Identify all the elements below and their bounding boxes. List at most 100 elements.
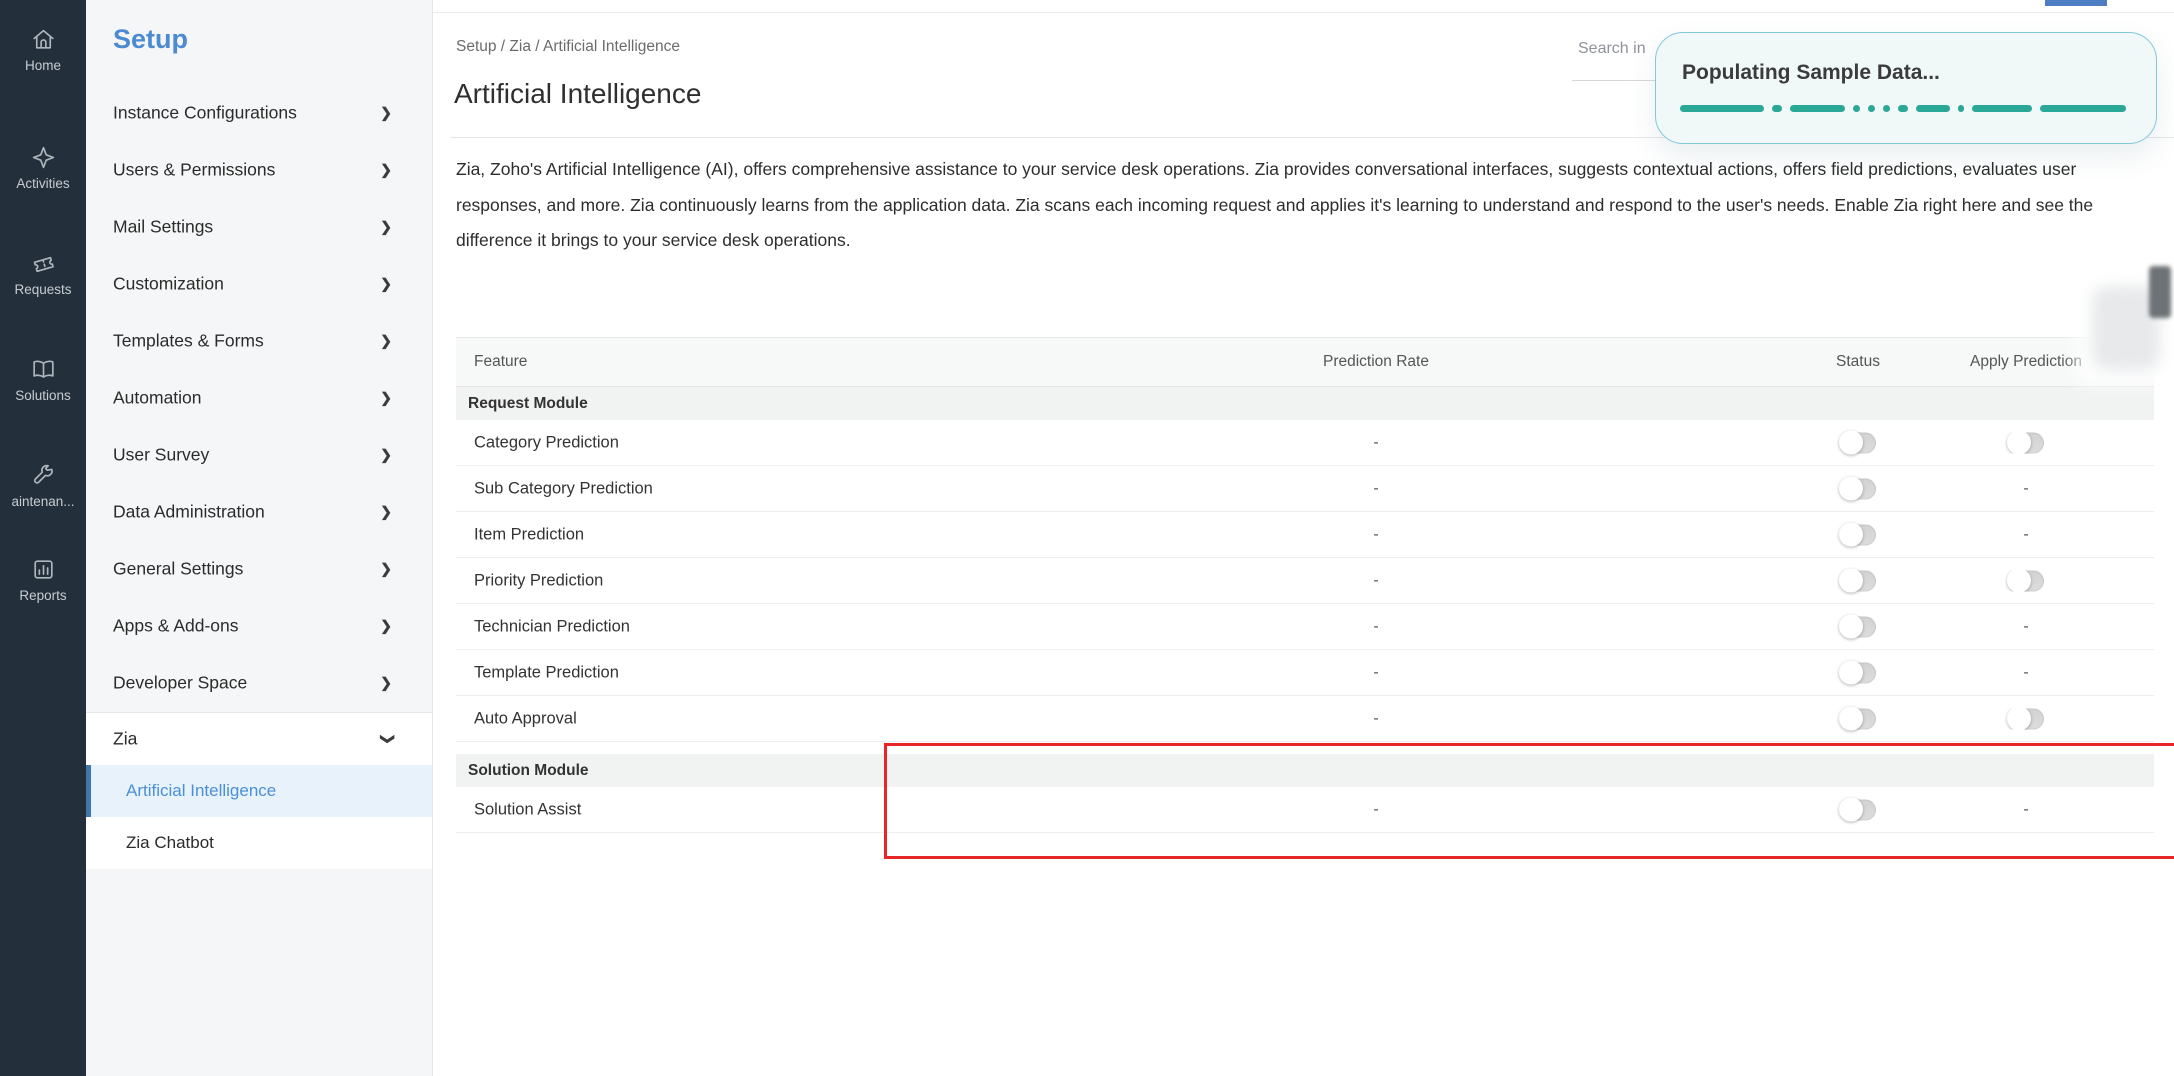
home-icon <box>30 26 57 53</box>
chevron-right-icon: ❯ <box>380 446 392 463</box>
submenu-item-zia-chatbot[interactable]: Zia Chatbot <box>86 817 432 869</box>
status-cell <box>1788 662 1928 683</box>
prediction-rate-value: - <box>1296 480 1456 498</box>
progress-segment <box>1790 105 1845 112</box>
top-blue-indicator <box>2045 0 2107 6</box>
menu-item-apps-add-ons[interactable]: Apps & Add-ons❯ <box>86 597 432 654</box>
apply-prediction-toggle[interactable] <box>2008 708 2044 729</box>
column-header-prediction-rate: Prediction Rate <box>1296 353 1456 371</box>
menu-item-customization[interactable]: Customization ❯ <box>86 255 432 312</box>
menu-item-templates-forms[interactable]: Templates & Forms ❯ <box>86 312 432 369</box>
submenu-item-artificial-intelligence[interactable]: Artificial Intelligence <box>86 765 432 817</box>
status-toggle[interactable] <box>1840 662 1876 683</box>
table-row-item-prediction: Item Prediction-- <box>456 512 2154 558</box>
sidebar-item-reports[interactable]: Reports <box>0 556 86 603</box>
chevron-right-icon: ❯ <box>380 104 392 121</box>
menu-item-data-administration[interactable]: Data Administration❯ <box>86 483 432 540</box>
ai-feature-table: FeaturePrediction RateStatusApply Predic… <box>456 337 2154 863</box>
setup-menu-title: Setup <box>113 24 188 55</box>
menu-item-automation[interactable]: Automation ❯ <box>86 369 432 426</box>
chevron-right-icon: ❯ <box>380 275 392 292</box>
progress-segment <box>1868 105 1875 112</box>
sidebar-item-solutions[interactable]: Solutions <box>0 356 86 403</box>
menu-item-mail-settings[interactable]: Mail Settings❯ <box>86 198 432 255</box>
apply-prediction-cell: - <box>1956 618 2096 636</box>
sidebar-item-home[interactable]: Home <box>0 26 86 73</box>
progress-segment <box>1972 105 2032 112</box>
blur-artifact-dark <box>2149 266 2171 318</box>
menu-item-developer-space[interactable]: Developer Space ❯ <box>86 654 432 711</box>
menu-item-zia[interactable]: Zia ❯ <box>86 713 432 765</box>
activities-icon <box>30 144 57 171</box>
progress-segment <box>1916 105 1950 112</box>
status-cell <box>1788 799 1928 820</box>
chevron-down-icon: ❯ <box>380 733 397 745</box>
apply-prediction-cell <box>1956 432 2096 453</box>
progress-segment <box>1898 105 1908 112</box>
menu-item-user-survey[interactable]: User Survey ❯ <box>86 426 432 483</box>
status-toggle[interactable] <box>1840 708 1876 729</box>
table-row-auto-approval: Auto Approval- <box>456 696 2154 742</box>
feature-label: Item Prediction <box>474 525 584 544</box>
status-toggle[interactable] <box>1840 432 1876 453</box>
progress-segment <box>1853 105 1860 112</box>
status-toggle[interactable] <box>1840 570 1876 591</box>
sidebar-item-label: aintenan... <box>0 494 86 509</box>
chevron-right-icon: ❯ <box>380 560 392 577</box>
ticket-icon <box>30 250 57 277</box>
menu-item-label: Instance Configurations <box>113 102 297 123</box>
sidebar-item-requests[interactable]: Requests <box>0 250 86 297</box>
menu-item-label: Templates & Forms <box>113 330 264 351</box>
apply-prediction-toggle[interactable] <box>2008 432 2044 453</box>
section-header-label: Solution Module <box>468 762 589 780</box>
top-divider <box>432 12 2174 13</box>
table-row-technician-prediction: Technician Prediction-- <box>456 604 2154 650</box>
setup-menu-list: Instance Configurations❯Users & Permissi… <box>86 84 432 711</box>
chevron-right-icon: ❯ <box>380 332 392 349</box>
sidebar-item-activities[interactable]: Activities <box>0 144 86 191</box>
breadcrumb[interactable]: Setup / Zia / Artificial Intelligence <box>456 38 680 56</box>
apply-prediction-cell: - <box>1956 801 2096 819</box>
status-toggle[interactable] <box>1840 799 1876 820</box>
status-toggle[interactable] <box>1840 478 1876 499</box>
chevron-right-icon: ❯ <box>380 503 392 520</box>
chevron-right-icon: ❯ <box>380 161 392 178</box>
prediction-rate-value: - <box>1296 526 1456 544</box>
table-row-solution-assist: Solution Assist-- <box>456 787 2154 833</box>
chevron-right-icon: ❯ <box>380 218 392 235</box>
menu-item-label: Developer Space <box>113 672 247 693</box>
progress-segment <box>1772 105 1782 112</box>
section-header-label: Request Module <box>468 395 588 413</box>
toast-title: Populating Sample Data... <box>1682 61 1940 85</box>
menu-item-label: Apps & Add-ons <box>113 615 239 636</box>
progress-segment <box>1680 105 1764 112</box>
column-header-status: Status <box>1788 353 1928 371</box>
menu-item-label: Automation <box>113 387 202 408</box>
menu-item-users-permissions[interactable]: Users & Permissions❯ <box>86 141 432 198</box>
menu-item-label: User Survey <box>113 444 209 465</box>
book-icon <box>30 356 57 383</box>
apply-prediction-cell: - <box>1956 480 2096 498</box>
setup-menu-panel: Setup Instance Configurations❯Users & Pe… <box>86 0 433 1076</box>
sidebar-item-maintenance[interactable]: aintenan... <box>0 462 86 509</box>
status-toggle[interactable] <box>1840 524 1876 545</box>
app-window: Home Activities Requests Solutions ainte… <box>0 0 2174 1076</box>
empty-row <box>456 833 2154 863</box>
menu-item-label: Customization <box>113 273 224 294</box>
active-indicator-bar <box>86 765 91 817</box>
prediction-rate-value: - <box>1296 664 1456 682</box>
apply-prediction-toggle[interactable] <box>2008 570 2044 591</box>
section-header-row-solution-module: Solution Module <box>456 754 2154 787</box>
wrench-icon <box>30 462 57 489</box>
status-toggle[interactable] <box>1840 616 1876 637</box>
table-row-template-prediction: Template Prediction-- <box>456 650 2154 696</box>
table-row-sub-category-prediction: Sub Category Prediction-- <box>456 466 2154 512</box>
chevron-right-icon: ❯ <box>380 389 392 406</box>
prediction-rate-value: - <box>1296 801 1456 819</box>
submenu-item-label: Zia Chatbot <box>126 833 214 853</box>
menu-item-general-settings[interactable]: General Settings❯ <box>86 540 432 597</box>
zia-menu-group: Zia ❯ Artificial Intelligence Zia Chatbo… <box>86 712 432 869</box>
menu-item-instance-configurations[interactable]: Instance Configurations ❯ <box>86 84 432 141</box>
apply-prediction-cell <box>1956 708 2096 729</box>
chevron-right-icon: ❯ <box>380 674 392 691</box>
